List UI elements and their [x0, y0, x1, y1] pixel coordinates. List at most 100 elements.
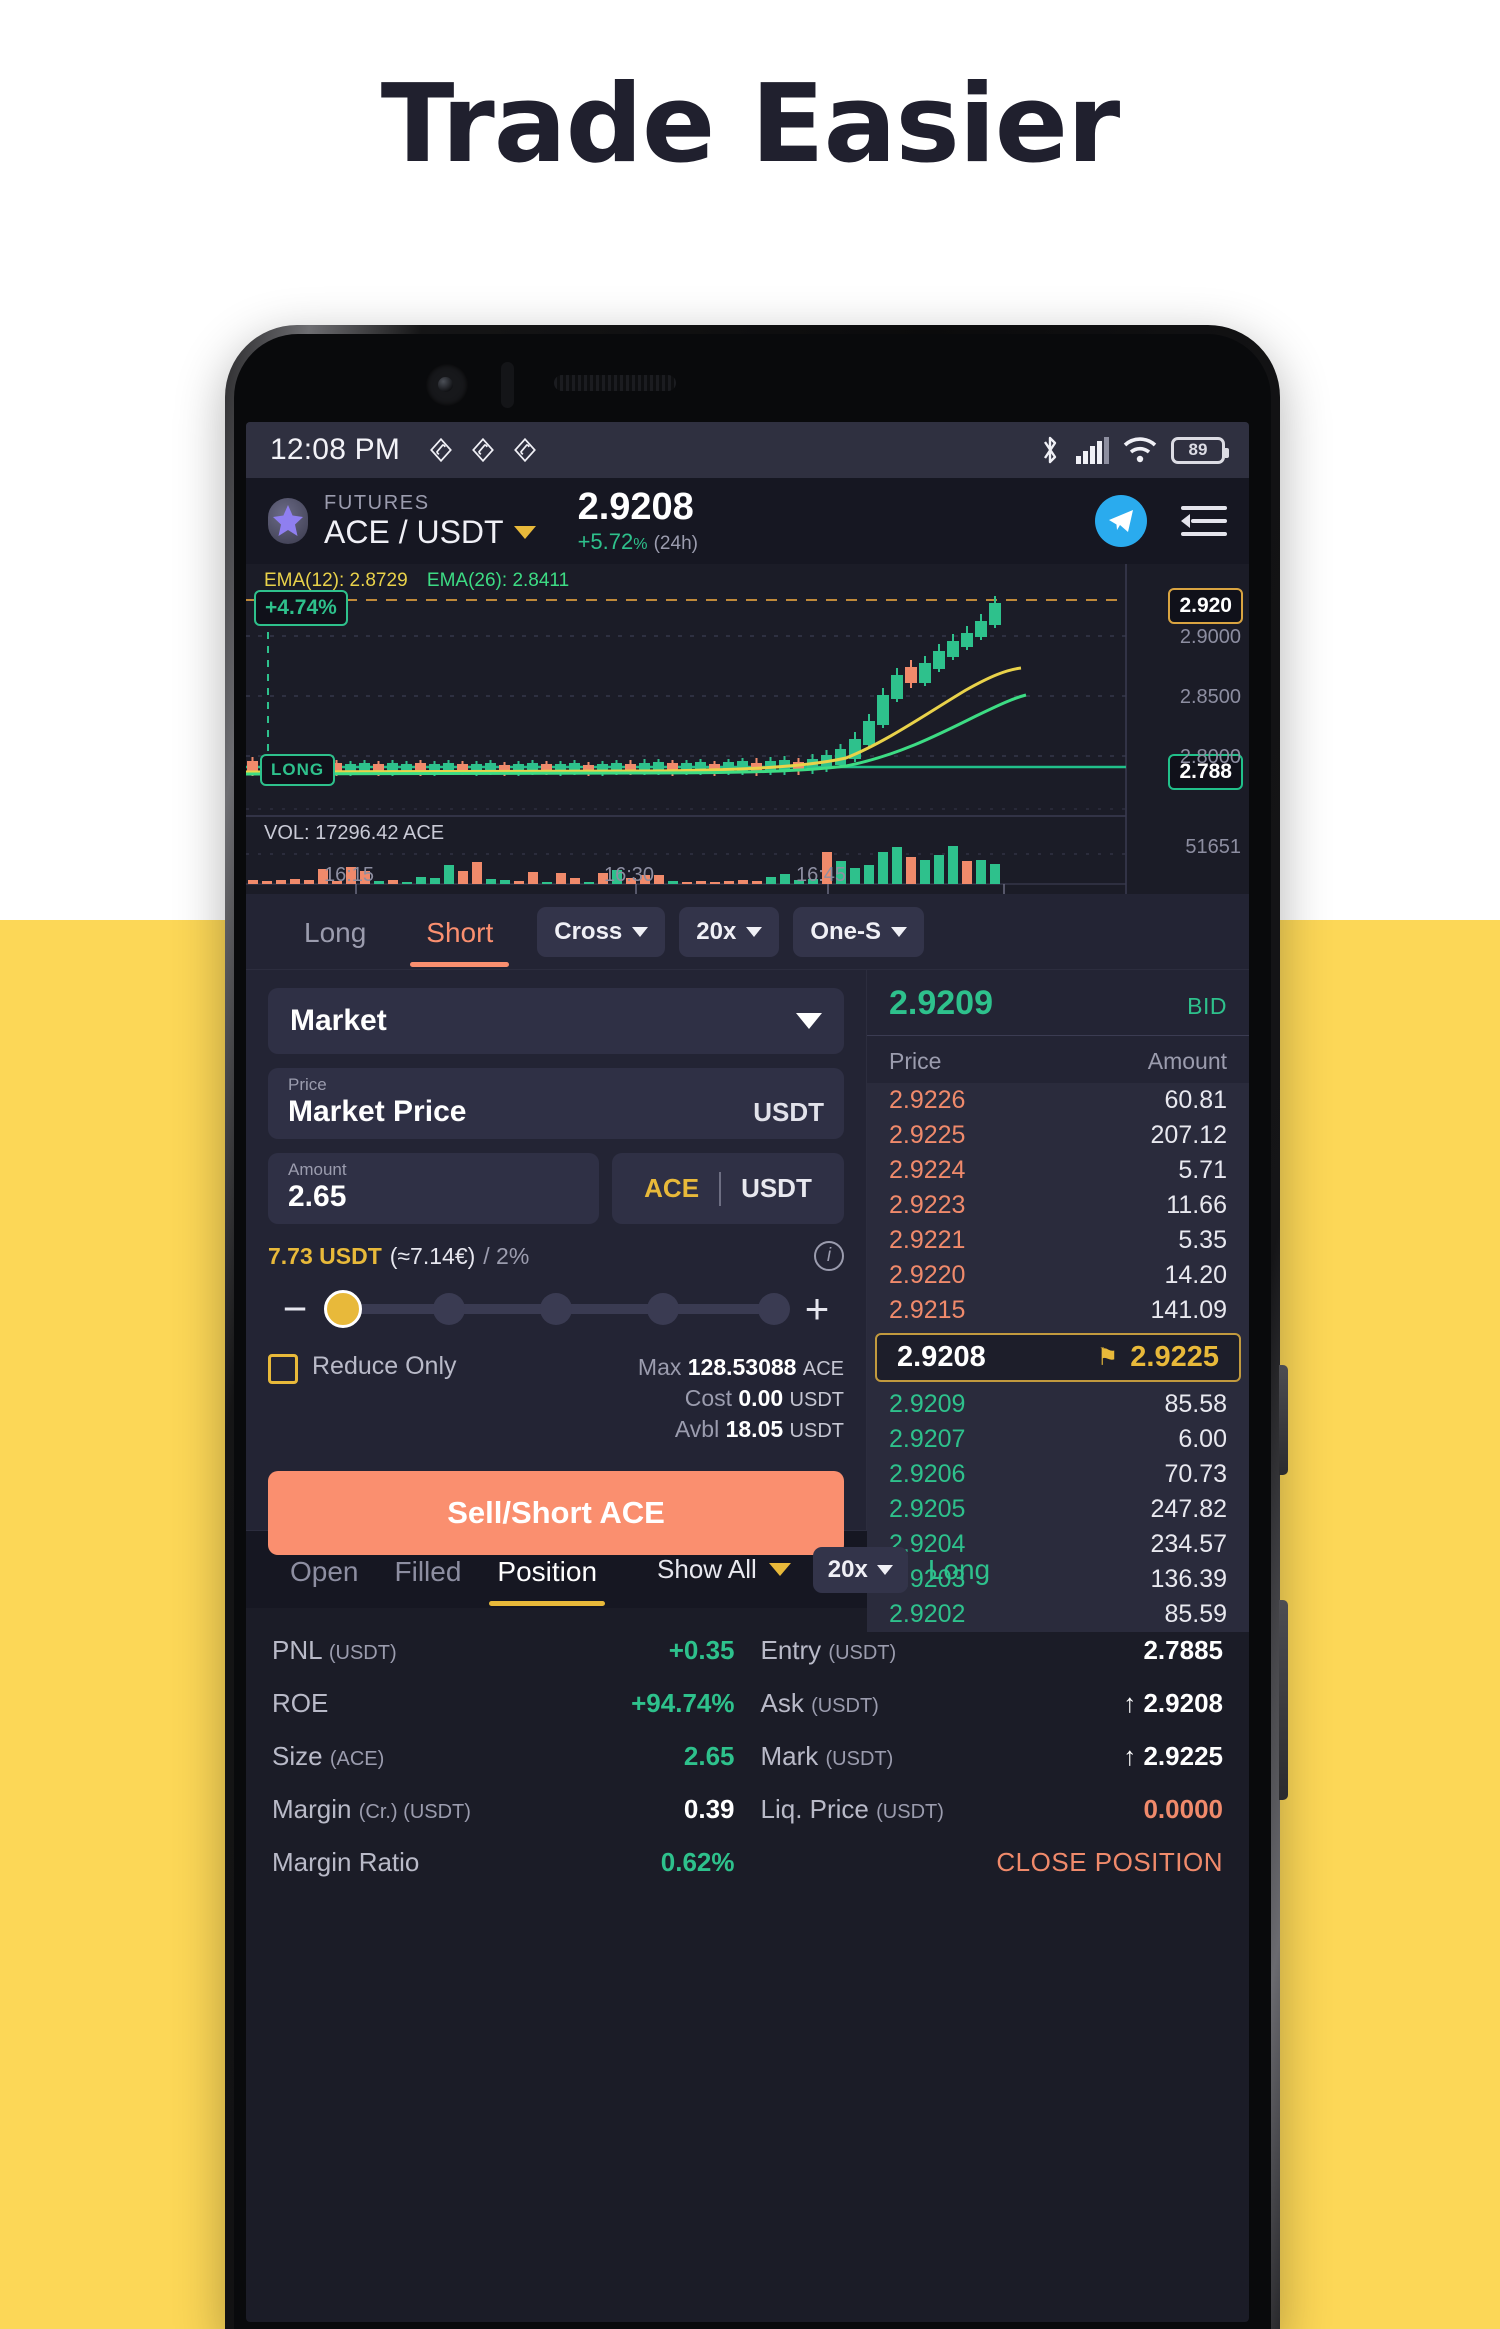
currency-quote[interactable]: USDT [721, 1173, 832, 1204]
info-icon[interactable]: i [814, 1241, 844, 1271]
header-change-value: +5.72 [577, 529, 634, 555]
status-bar: 12:08 PM 89 [246, 422, 1249, 478]
plus-icon[interactable]: + [790, 1288, 844, 1330]
ema12-label: EMA(12): 2.8729 [264, 570, 408, 591]
slider-stop-25[interactable] [433, 1293, 466, 1325]
menu-icon[interactable] [1181, 504, 1227, 538]
tab-short[interactable]: Short [396, 897, 523, 967]
slider-stop-50[interactable] [540, 1293, 572, 1325]
app-header: Futures ACE / USDT 2.9208 +5.72% (24h) [246, 478, 1249, 564]
minus-icon[interactable]: − [268, 1288, 322, 1330]
ema-legend: EMA(12): 2.8729 EMA(26): 2.8411 [264, 570, 569, 592]
close-position-button[interactable]: Close Position [761, 1836, 1224, 1889]
header-last-price: 2.9208 [577, 485, 694, 528]
order-book-ask-row[interactable]: 2.9226 60.81 [867, 1083, 1249, 1118]
tab-filled[interactable]: Filled [377, 1534, 480, 1606]
chevron-down-icon [632, 926, 649, 937]
position-row-liq-price: Liq. Price (USDT) 0.0000 [760, 1794, 1224, 1824]
battery-level: 89 [1188, 440, 1208, 459]
amount-field[interactable]: Amount 2.65 [268, 1153, 599, 1224]
order-book-bid-row[interactable]: 2.9205 247.82 [867, 1492, 1249, 1527]
tab-long[interactable]: Long [274, 897, 396, 967]
market-type-label: Futures [324, 491, 430, 514]
reduce-only-label: Reduce Only [312, 1352, 457, 1380]
pair-name-row: ACE / USDT [324, 515, 536, 550]
position-leverage-dropdown[interactable]: 20x [812, 1546, 908, 1593]
margin-mode-label: Cross [554, 917, 623, 945]
cost-usdt: 7.73 USDT [268, 1242, 382, 1269]
order-book-mid-row[interactable]: 2.9208 ⚑ 2.9225 [875, 1333, 1241, 1382]
front-camera-icon [426, 364, 468, 406]
margin-mode-dropdown[interactable]: Cross [537, 906, 666, 957]
position-row-roe: ROE +94.74% [272, 1688, 735, 1718]
chart-y-label-2: 2.8000 [1179, 746, 1241, 768]
price-field-value: Market Price [288, 1095, 467, 1128]
order-book-bid-row[interactable]: 2.9204 234.57 [867, 1527, 1249, 1562]
slider-stop-100[interactable] [757, 1293, 790, 1325]
stat-max: Max 128.53088 ACE [637, 1354, 844, 1380]
chart-y-label-1: 2.8500 [1179, 686, 1241, 708]
slider-stop-75[interactable] [646, 1293, 679, 1325]
amount-slider[interactable]: − + [268, 1288, 844, 1330]
price-field-label: Price [288, 1075, 327, 1094]
phone-side-button-volume [1279, 1365, 1288, 1475]
chart-long-tag: LONG [260, 754, 336, 786]
pair-selector[interactable]: Futures ACE / USDT [324, 491, 536, 550]
order-book-ask-row[interactable]: 2.9223 11.66 [867, 1188, 1249, 1223]
chevron-down-icon [876, 1564, 893, 1575]
order-book-bid-row[interactable]: 2.9207 6.00 [867, 1422, 1249, 1457]
phone-screen: 12:08 PM 89 FUTURES ACE / USDT 2.9208 +5… [246, 422, 1249, 2322]
order-book-ask-row[interactable]: 2.9221 5.35 [867, 1223, 1249, 1258]
cost-eur: (≈7.14€) [389, 1242, 476, 1269]
bluetooth-icon [1044, 436, 1057, 464]
order-book-bid-row[interactable]: 2.9209 85.58 [867, 1387, 1249, 1422]
chevron-down-icon [891, 926, 907, 937]
order-form: Market Price Market Price USDT Amount 2.… [246, 970, 866, 1556]
battery-icon: 89 [1171, 436, 1229, 464]
chart-volume-axis-label: 51651 [1185, 836, 1241, 858]
earpiece-speaker [554, 375, 676, 391]
leverage-dropdown[interactable]: 20x [679, 906, 780, 957]
order-book-bid-row[interactable]: 2.9206 70.73 [867, 1457, 1249, 1492]
ema26-label: EMA(26): 2.8411 [426, 570, 570, 591]
status-system-icons: 89 [1038, 434, 1229, 466]
show-all-dropdown[interactable]: Show All [657, 1554, 791, 1585]
amount-field-value: 2.65 [288, 1180, 347, 1213]
slider-knob[interactable] [323, 1290, 362, 1328]
signal-icon [1076, 437, 1109, 464]
amount-row: Amount 2.65 ACE USDT [268, 1153, 844, 1224]
cost-percent: / 2% [483, 1242, 530, 1269]
price-field[interactable]: Price Market Price USDT [268, 1068, 844, 1139]
chevron-down-icon [796, 1013, 822, 1029]
position-row-margin-ratio: Margin Ratio 0.62% [272, 1847, 735, 1877]
position-mode-dropdown[interactable]: One-S [793, 906, 924, 957]
chart-pnl-tag: +4.74% [254, 590, 348, 626]
telegram-icon[interactable] [1095, 495, 1147, 547]
currency-base[interactable]: ACE [624, 1173, 719, 1204]
nfc-icon [430, 437, 452, 463]
slider-track[interactable] [323, 1290, 790, 1328]
reduce-only-checkbox[interactable] [268, 1354, 298, 1384]
status-notification-icons [428, 437, 538, 463]
order-book-ask-row[interactable]: 2.9215 141.09 [867, 1293, 1249, 1328]
tab-open[interactable]: Open [272, 1534, 377, 1606]
order-book-ask-row[interactable]: 2.9225 207.12 [867, 1118, 1249, 1153]
price-chart[interactable]: EMA(12): 2.8729 EMA(26): 2.8411 +4.74% L… [246, 564, 1249, 894]
position-side-label: Long [927, 1553, 991, 1585]
currency-toggle[interactable]: ACE USDT [612, 1153, 844, 1224]
order-book-bid-row[interactable]: 2.9203 136.39 [867, 1562, 1249, 1597]
order-book-last-price: 2.9208 [897, 1341, 986, 1373]
chart-y-label-0: 2.9000 [1179, 626, 1241, 648]
position-details: PNL (USDT) +0.35 Entry (USDT) 2.7885 ROE… [246, 1608, 1249, 1889]
flag-icon: ⚑ [1096, 1344, 1119, 1371]
phone-inner: 12:08 PM 89 FUTURES ACE / USDT 2.9208 +5… [234, 334, 1271, 2329]
order-book-ask-row[interactable]: 2.9224 5.71 [867, 1153, 1249, 1188]
tab-position[interactable]: Position [479, 1534, 615, 1606]
chevron-down-icon[interactable] [513, 526, 536, 539]
position-row-pnl: PNL (USDT) +0.35 [272, 1635, 735, 1665]
phone-top-bezel [246, 348, 1259, 422]
order-type-select[interactable]: Market [268, 988, 844, 1054]
order-book-rows: 2.9226 60.81 2.9225 207.12 2.9224 5.71 2.92… [867, 1083, 1249, 1632]
order-book-ask-row[interactable]: 2.9220 14.20 [867, 1258, 1249, 1293]
stat-cost: Cost 0.00 USDT [684, 1385, 844, 1412]
